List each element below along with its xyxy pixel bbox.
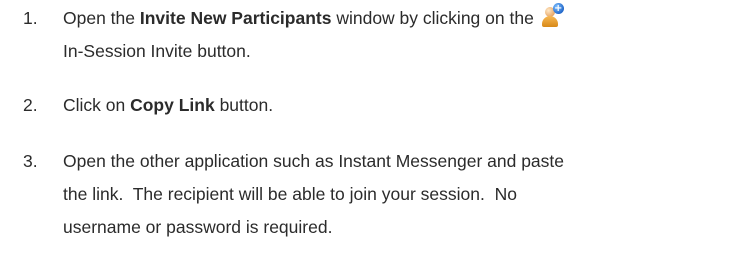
step-text-line: Open the other application such as Insta… <box>63 151 565 171</box>
button-name: Copy Link <box>130 95 215 115</box>
instruction-steps: 1. Open the Invite New Participants wind… <box>0 0 753 257</box>
step-text-segment: window by clicking on the <box>331 8 539 28</box>
window-name: Invite New Participants <box>139 8 332 28</box>
step-text: Open the Invite New Participants window … <box>63 2 753 68</box>
step-text-segment: Open the <box>63 8 140 28</box>
plus-badge-icon: + <box>552 3 564 14</box>
step-text-segment: In-Session Invite button. <box>63 41 251 61</box>
person-body-shape <box>541 16 558 27</box>
step-text-line: the link. The recipient will be able to … <box>63 184 517 204</box>
step-text: Click on Copy Link button. <box>63 89 753 122</box>
step-number: 1. <box>23 8 38 28</box>
step-number: 3. <box>23 151 38 171</box>
step-text-segment: button. <box>214 95 274 115</box>
step-text: Open the other application such as Insta… <box>63 145 753 244</box>
invite-participant-icon: + <box>541 3 564 29</box>
step-number: 2. <box>23 95 38 115</box>
step-text-line: username or password is required. <box>63 217 333 237</box>
step-text-segment: Click on <box>63 95 131 115</box>
